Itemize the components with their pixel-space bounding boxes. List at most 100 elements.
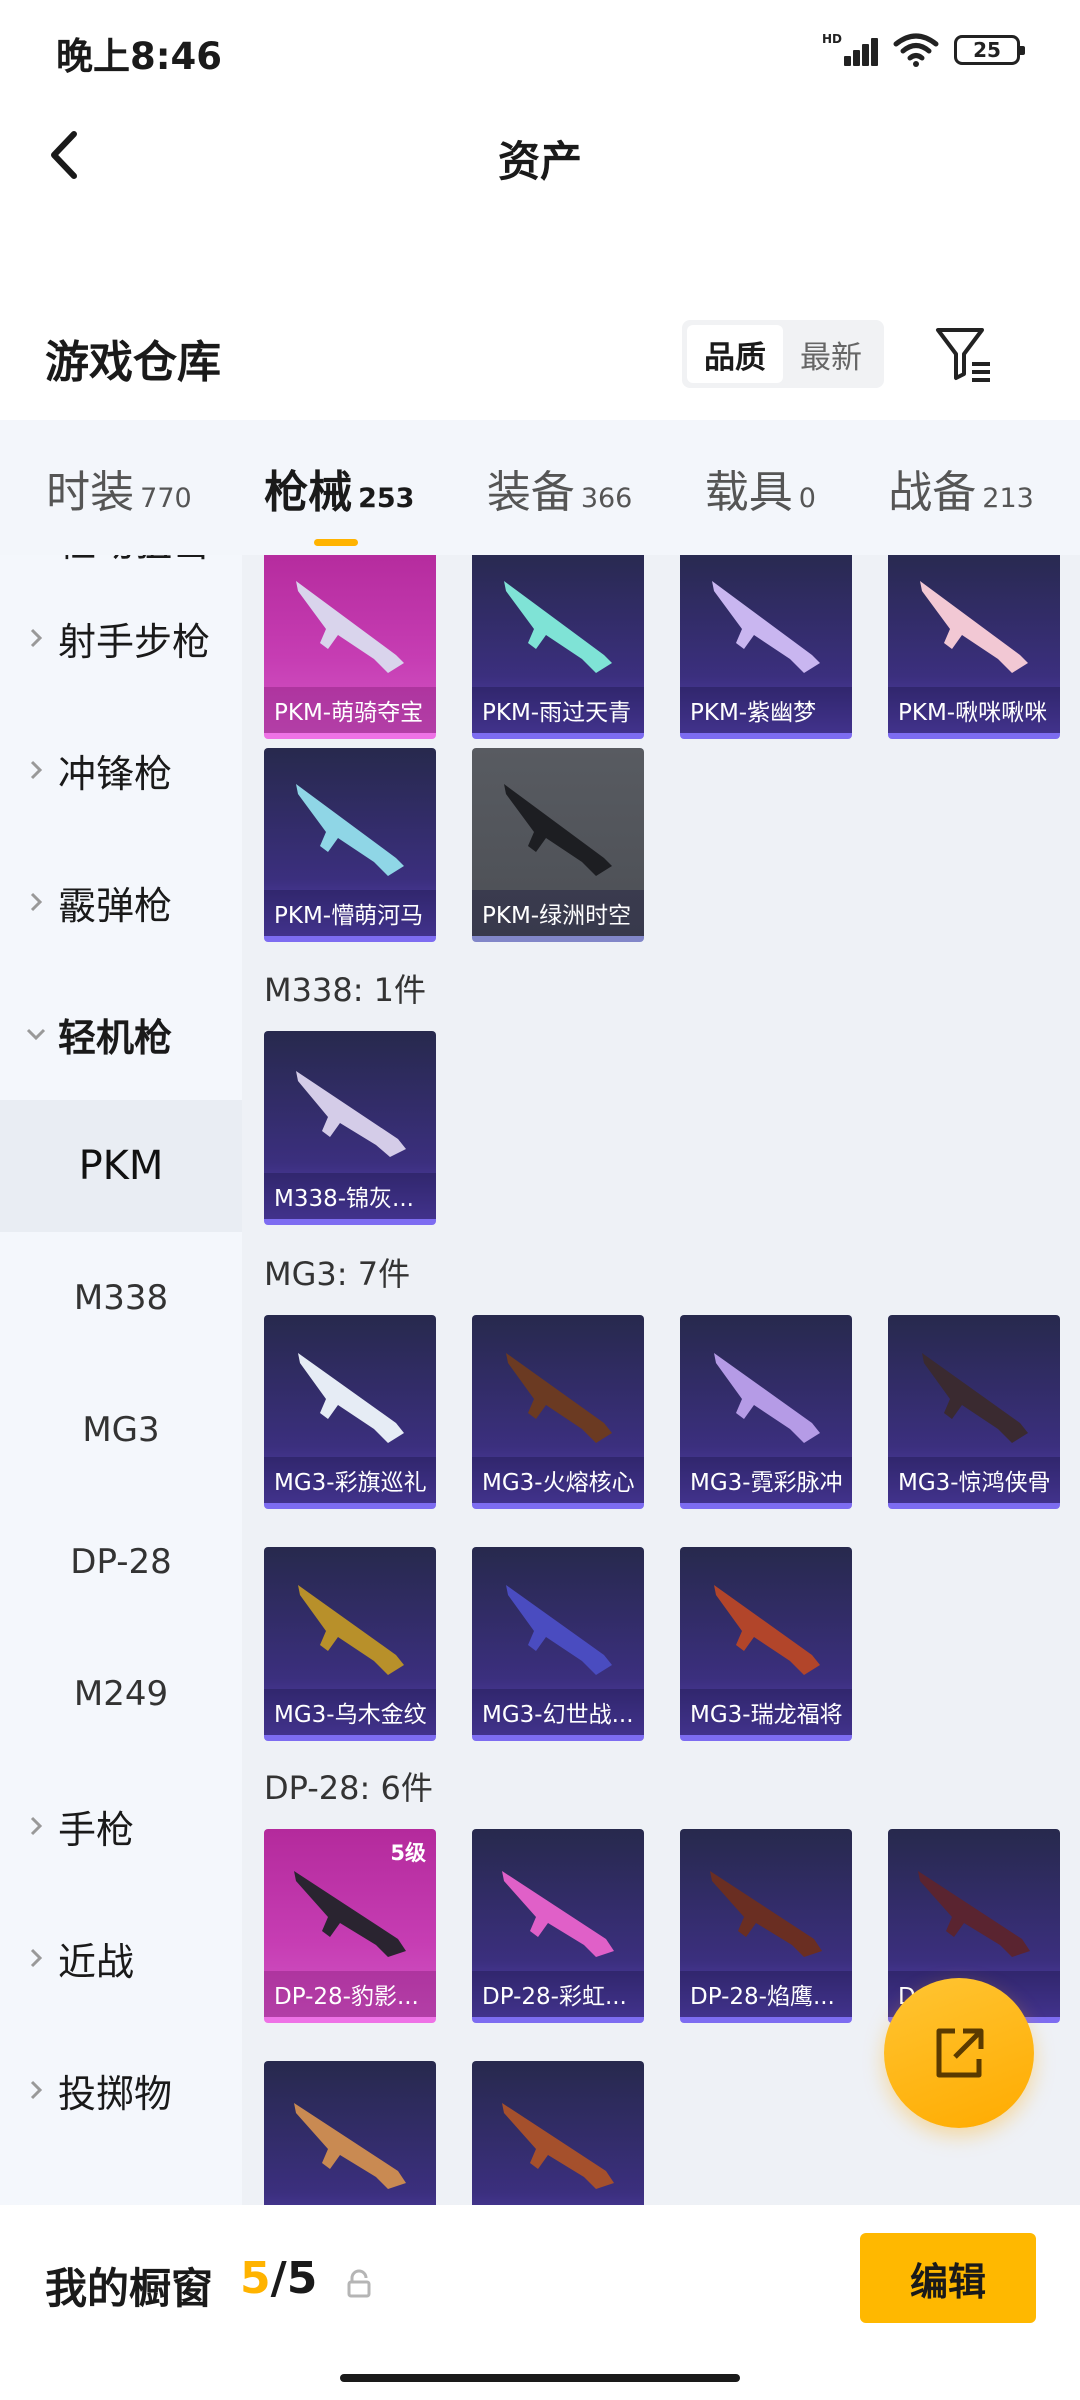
skin-name: MG3-瑞龙福将: [680, 1689, 852, 1735]
wifi-icon: [893, 33, 939, 67]
gun-icon: [712, 581, 820, 673]
tab-count: 0: [798, 482, 816, 514]
status-time: 晚上8:46: [56, 35, 223, 78]
sidebar-item-pistol[interactable]: 手枪: [0, 1760, 242, 1892]
page-title: 资产: [497, 137, 582, 186]
gun-icon: [918, 1871, 1030, 1957]
edit-button[interactable]: 编辑: [860, 2233, 1036, 2323]
gun-icon: [710, 1871, 822, 1957]
sidebar-subitem-m338[interactable]: M338: [0, 1232, 242, 1364]
skin-card[interactable]: PKM-紫幽梦: [680, 555, 852, 739]
chevron-right-icon: [22, 2079, 50, 2101]
gun-icon: [294, 1871, 406, 1957]
gun-icon: [714, 1353, 820, 1443]
tab-guns[interactable]: 枪械 253: [264, 456, 414, 546]
tab-label: 枪械: [264, 466, 353, 518]
showcase-total: 5: [286, 2253, 318, 2304]
section-title: 游戏仓库: [45, 337, 221, 388]
tab-label: 战备: [888, 466, 977, 518]
sidebar-item-label: 栓动狙击: [58, 555, 210, 567]
share-icon: [936, 2028, 984, 2078]
skin-name: M338-锦灰...: [264, 1173, 436, 1219]
skin-card[interactable]: PKM-绿洲时空: [472, 748, 644, 942]
skin-card[interactable]: MG3-乌木金纹: [264, 1547, 436, 1741]
sidebar-item-label: 霰弹枪: [58, 883, 173, 928]
showcase-separator: /: [270, 2253, 287, 2304]
skin-name: PKM-雨过天青: [472, 687, 644, 733]
sidebar-item-label: 近战: [58, 1939, 135, 1984]
sidebar-subitem-mg3[interactable]: MG3: [0, 1364, 242, 1496]
skin-card[interactable]: [264, 2061, 436, 2205]
showcase-count: 5 / 5: [240, 2253, 317, 2304]
skin-name: PKM-绿洲时空: [472, 890, 644, 936]
tab-label: 时装: [46, 466, 135, 518]
skin-card[interactable]: MG3-霓彩脉冲: [680, 1315, 852, 1509]
showcase-label: 我的橱窗: [45, 2264, 214, 2313]
sidebar-item-shotgun[interactable]: 霰弹枪: [0, 836, 242, 968]
sidebar-item-dmr[interactable]: 射手步枪: [0, 572, 242, 704]
signal-icon: HD: [822, 30, 878, 70]
skin-name: MG3-惊鸿侠骨: [888, 1457, 1060, 1503]
sort-newest-button[interactable]: 最新: [783, 325, 879, 383]
showcase-current: 5: [240, 2253, 271, 2304]
gun-icon: [504, 784, 612, 876]
skin-name: MG3-火熔核心: [472, 1457, 644, 1503]
group-label-mg3: MG3: 7件: [264, 1255, 411, 1293]
gun-icon: [506, 1353, 612, 1443]
skin-name: DP-28-豹影...: [264, 1971, 436, 2017]
skin-name: PKM-萌骑夺宝: [264, 687, 436, 733]
skin-card[interactable]: [472, 2061, 644, 2205]
skin-card[interactable]: MG3-瑞龙福将: [680, 1547, 852, 1741]
skin-name: DP-28-彩虹...: [472, 1971, 644, 2017]
sidebar-item-smg[interactable]: 冲锋枪: [0, 704, 242, 836]
skin-card[interactable]: DP-28-彩虹...: [472, 1829, 644, 2023]
gun-icon: [506, 1585, 612, 1675]
skin-card[interactable]: MG3-惊鸿侠骨: [888, 1315, 1060, 1509]
sidebar-subitem-m249[interactable]: M249: [0, 1628, 242, 1760]
tab-count: 213: [982, 482, 1034, 514]
skin-card[interactable]: M338-锦灰...: [264, 1031, 436, 1225]
sidebar-item-label: 冲锋枪: [58, 751, 173, 796]
skin-name: MG3-彩旗巡礼: [264, 1457, 436, 1503]
skin-card[interactable]: PKM-懵萌河马: [264, 748, 436, 942]
share-button[interactable]: [884, 1978, 1034, 2128]
tab-count: 366: [580, 482, 633, 514]
chevron-right-icon: [22, 627, 50, 649]
gun-icon: [296, 581, 404, 673]
sidebar-item-label: 手枪: [58, 1807, 135, 1852]
sidebar-item-throwable[interactable]: 投掷物: [0, 2024, 242, 2156]
sort-toggle: 品质 最新: [682, 320, 884, 388]
sidebar-subitem-pkm[interactable]: PKM: [0, 1100, 242, 1232]
sidebar-item-lmg[interactable]: 轻机枪: [0, 968, 242, 1100]
sidebar-subitem-dp28[interactable]: DP-28: [0, 1496, 242, 1628]
skin-name: MG3-乌木金纹: [264, 1689, 436, 1735]
tab-equipment[interactable]: 装备 366: [487, 456, 633, 520]
skin-card[interactable]: PKM-啾咪啾咪: [888, 555, 1060, 739]
network-type: HD: [822, 32, 843, 46]
gun-icon: [922, 1353, 1028, 1443]
skin-card[interactable]: PKM-雨过天青: [472, 555, 644, 739]
sort-quality-button[interactable]: 品质: [687, 325, 783, 383]
skin-card[interactable]: 5级 DP-28-豹影...: [264, 1829, 436, 2023]
skin-card[interactable]: MG3-幻世战...: [472, 1547, 644, 1741]
gun-icon: [714, 1585, 820, 1675]
group-label-dp28: DP-28: 6件: [264, 1769, 433, 1807]
tab-gear[interactable]: 战备 213: [888, 456, 1034, 520]
filter-button[interactable]: [932, 322, 996, 386]
chevron-down-icon: [22, 1027, 50, 1041]
skin-card[interactable]: PKM-萌骑夺宝: [264, 555, 436, 739]
skin-card[interactable]: MG3-火熔核心: [472, 1315, 644, 1509]
skin-card[interactable]: DP-28-焰鹰...: [680, 1829, 852, 2023]
status-icons: HD 25: [822, 30, 1025, 70]
tab-count: 770: [140, 482, 192, 514]
skin-card[interactable]: MG3-彩旗巡礼: [264, 1315, 436, 1509]
sidebar-item-melee[interactable]: 近战: [0, 1892, 242, 2024]
gun-icon: [502, 2103, 614, 2189]
sidebar-item-label: 投掷物: [58, 2071, 173, 2116]
tab-fashion[interactable]: 时装 770: [46, 456, 192, 520]
weapon-sidebar: 栓动狙击 射手步枪 冲锋枪 霰弹枪 轻机枪 PKM M338 MG3 DP-28…: [0, 555, 242, 2205]
category-tabs: 时装 770 枪械 253 装备 366 载具 0 战备 213: [0, 420, 1080, 555]
skin-name: PKM-紫幽梦: [680, 687, 852, 733]
tab-vehicles[interactable]: 载具 0: [705, 456, 816, 520]
chevron-right-icon: [22, 1947, 50, 1969]
